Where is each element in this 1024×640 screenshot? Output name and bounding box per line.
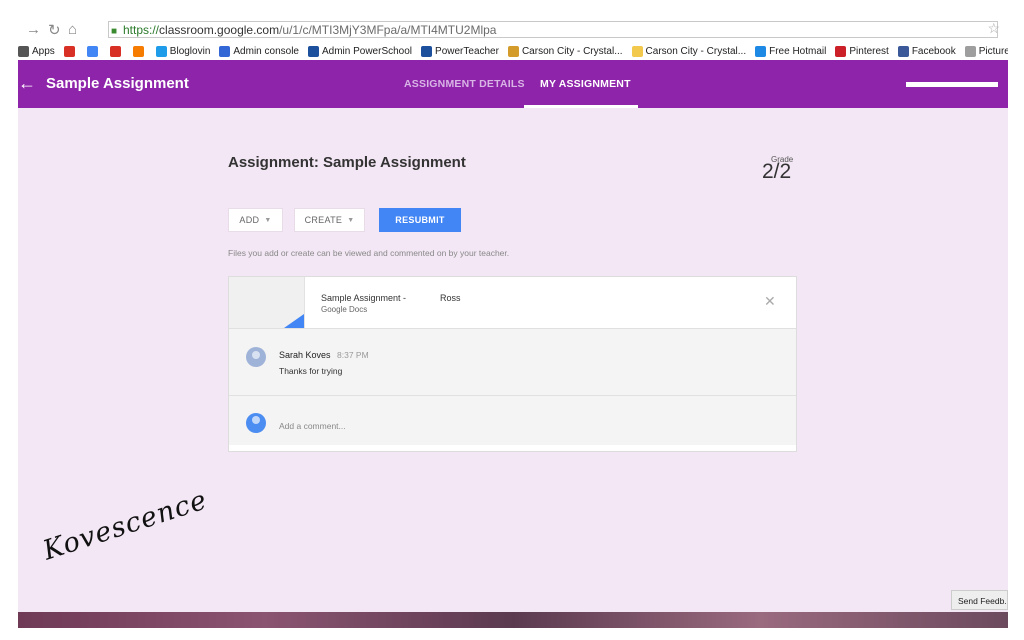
resubmit-button[interactable]: RESUBMIT xyxy=(379,208,461,232)
app-bar: ← Sample Assignment ASSIGNMENT DETAILS M… xyxy=(18,60,1008,108)
attachment-card: Sample Assignment - Ross Google Docs ✕ S… xyxy=(228,276,797,452)
bookmark-item[interactable] xyxy=(109,42,124,60)
bookmark-item[interactable]: Carson City - Crystal... xyxy=(507,42,623,60)
crystal-icon xyxy=(631,45,643,57)
tab-assignment-details[interactable]: ASSIGNMENT DETAILS xyxy=(404,78,525,90)
comment-author: Sarah Koves xyxy=(279,350,331,360)
bookmark-label: Pinterest xyxy=(849,45,889,57)
powerschool-icon xyxy=(307,45,319,57)
lock-icon: ■ xyxy=(111,26,118,37)
home-icon[interactable]: ⌂ xyxy=(68,21,77,38)
browser-toolbar: → ↻ ⌂ ■ https://classroom.google.com/u/1/… xyxy=(18,20,1008,43)
gmail-icon xyxy=(63,45,75,57)
windows-icon xyxy=(755,45,767,57)
document-icon xyxy=(964,45,976,57)
add-comment-input[interactable]: Add a comment... xyxy=(279,421,346,431)
url-scheme: https:// xyxy=(123,23,160,37)
bookmark-item[interactable]: Admin console xyxy=(219,42,299,60)
bookmark-item[interactable]: Admin PowerSchool xyxy=(307,42,413,60)
chevron-down-icon: ▼ xyxy=(347,216,355,224)
blogger-icon xyxy=(132,45,144,57)
divider xyxy=(229,395,796,396)
bookmark-item[interactable] xyxy=(63,42,78,60)
gmail-icon xyxy=(109,45,121,57)
create-button[interactable]: CREATE ▼ xyxy=(294,208,365,232)
add-button[interactable]: ADD ▼ xyxy=(228,208,283,232)
reload-icon[interactable]: ↻ xyxy=(48,21,61,39)
page-title: Sample Assignment xyxy=(46,75,189,92)
attachment-type: Google Docs xyxy=(321,305,368,314)
apps-icon xyxy=(18,45,29,57)
bookmark-label: Admin PowerSchool xyxy=(321,45,413,57)
grade-value: 2/2 xyxy=(762,160,792,183)
comment-text: Thanks for trying xyxy=(279,366,343,376)
help-text: Files you add or create can be viewed an… xyxy=(228,248,510,258)
bookmark-item[interactable] xyxy=(132,42,147,60)
bookmark-label: Picture Writing Pro... xyxy=(978,45,1008,57)
bookmark-item[interactable]: Carson City - Crystal... xyxy=(631,42,747,60)
close-icon[interactable]: ✕ xyxy=(764,293,776,310)
bookmark-label: Carson City - Crystal... xyxy=(521,45,623,57)
crystal-icon xyxy=(507,45,519,57)
create-button-label: CREATE xyxy=(304,215,343,225)
assignment-heading: Assignment: Sample Assignment xyxy=(228,154,466,171)
add-button-label: ADD xyxy=(239,215,260,225)
send-feedback-button[interactable]: Send Feedb... xyxy=(951,590,1008,610)
comments-section: Sarah Koves 8:37 PM Thanks for trying Ad… xyxy=(229,328,796,445)
bookmark-item[interactable]: PowerTeacher xyxy=(421,42,499,60)
document-thumbnail[interactable] xyxy=(229,277,305,328)
bookmark-item[interactable]: Bloglovin xyxy=(155,42,211,60)
main-content: Assignment: Sample Assignment Grade 2/2 … xyxy=(18,108,1008,613)
url-path: /u/1/c/MTI3MjY3MFpa/a/MTI4MTU2Mlpa xyxy=(279,23,497,37)
bookmark-item[interactable]: Apps xyxy=(18,42,55,60)
bloglovin-icon xyxy=(155,45,167,57)
bookmark-item[interactable]: Free Hotmail xyxy=(755,42,826,60)
address-bar[interactable]: ■ https://classroom.google.com/u/1/c/MTI3… xyxy=(108,21,998,38)
comment-time: 8:37 PM xyxy=(337,350,369,360)
bookmark-label: Bloglovin xyxy=(169,45,211,57)
bookmark-label: Facebook xyxy=(911,45,956,57)
bookmark-label: Carson City - Crystal... xyxy=(645,45,747,57)
bookmark-star-icon[interactable]: ☆ xyxy=(987,20,1000,37)
pinterest-icon xyxy=(835,45,847,57)
screenshot-frame: → ↻ ⌂ ■ https://classroom.google.com/u/1/… xyxy=(0,0,1024,640)
url-host: classroom.google.com xyxy=(159,23,280,37)
powerschool-icon xyxy=(421,45,433,57)
user-name-redaction xyxy=(906,82,998,87)
tab-my-assignment[interactable]: MY ASSIGNMENT xyxy=(540,78,631,90)
bookmarks-bar: Apps Bloglovin Admin console Admin PowerSch… xyxy=(18,42,1008,60)
attachment-name[interactable]: Sample Assignment - xyxy=(321,293,406,303)
google-plus-icon xyxy=(86,45,98,57)
taskbar xyxy=(18,612,1008,628)
avatar xyxy=(246,413,266,433)
back-arrow-icon[interactable]: ← xyxy=(18,73,36,94)
admin-console-icon xyxy=(219,45,231,57)
bookmark-item[interactable] xyxy=(86,42,101,60)
bookmark-item[interactable]: Facebook xyxy=(897,42,956,60)
avatar xyxy=(246,347,266,367)
facebook-icon xyxy=(897,45,909,57)
forward-icon[interactable]: → xyxy=(26,21,41,38)
bookmark-item[interactable]: Picture Writing Pro... xyxy=(964,42,1008,60)
bookmark-label: Apps xyxy=(32,45,55,57)
chevron-down-icon: ▼ xyxy=(264,216,272,224)
google-docs-icon xyxy=(284,314,304,328)
bookmark-label: Free Hotmail xyxy=(769,45,827,57)
attachment-row[interactable]: Sample Assignment - Ross Google Docs ✕ xyxy=(229,277,796,328)
bookmark-item[interactable]: Pinterest xyxy=(835,42,889,60)
attachment-owner: Ross xyxy=(440,293,461,303)
bookmark-label: Admin console xyxy=(233,45,299,57)
bookmark-label: PowerTeacher xyxy=(435,45,499,57)
